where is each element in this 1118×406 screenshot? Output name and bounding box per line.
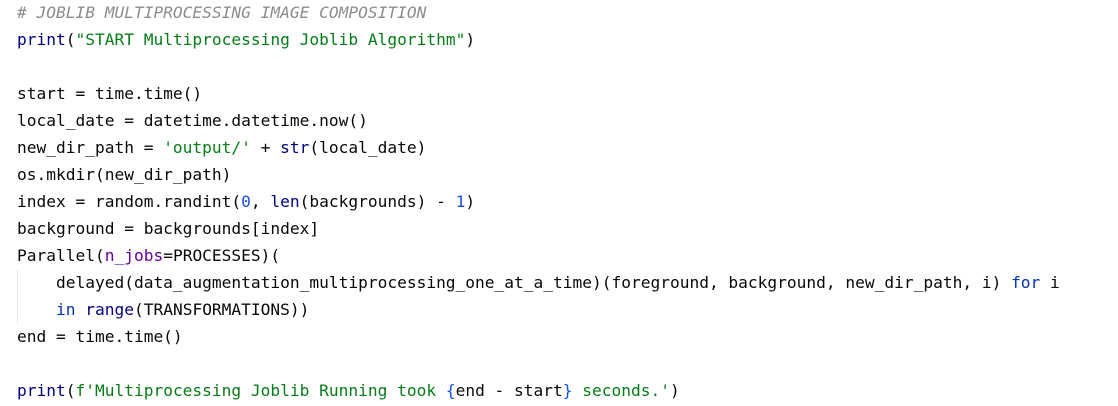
code-token: range	[85, 300, 134, 319]
code-token: len	[270, 192, 300, 211]
code-token: (local_date)	[309, 138, 427, 157]
code-line[interactable]: end = time.time()	[17, 323, 183, 350]
code-token: print	[17, 381, 66, 400]
code-token: print	[17, 30, 66, 49]
code-editor[interactable]: # JOBLIB MULTIPROCESSING IMAGE COMPOSITI…	[0, 0, 1118, 406]
code-token: ,	[250, 192, 271, 211]
code-token: )	[465, 30, 476, 49]
code-token: 0	[241, 192, 251, 211]
code-token: os.mkdir(new_dir_path)	[17, 165, 232, 184]
code-token: start = time.time()	[17, 84, 203, 103]
code-line[interactable]: print(f'Multiprocessing Joblib Running t…	[17, 377, 680, 404]
code-line[interactable]: delayed(data_augmentation_multiprocessin…	[17, 269, 1060, 296]
code-token: )	[465, 192, 476, 211]
code-token: )	[670, 381, 680, 400]
code-token: index = random.randint(	[17, 192, 242, 211]
code-token: delayed(data_augmentation_multiprocessin…	[17, 273, 1012, 292]
code-token: i	[1040, 273, 1060, 292]
code-token: background = backgrounds[index]	[17, 219, 320, 238]
code-token: (backgrounds) -	[299, 192, 456, 211]
code-line[interactable]: new_dir_path = 'output/' + str(local_dat…	[17, 134, 426, 161]
code-line[interactable]: print("START Multiprocessing Joblib Algo…	[17, 26, 475, 53]
code-token: # JOBLIB MULTIPROCESSING IMAGE COMPOSITI…	[17, 3, 427, 22]
code-token: f'Multiprocessing Joblib Running took	[75, 381, 446, 400]
code-token: end - start	[455, 381, 563, 400]
code-token: new_dir_path =	[17, 138, 164, 157]
code-line[interactable]: os.mkdir(new_dir_path)	[17, 161, 231, 188]
code-token: str	[280, 138, 310, 157]
code-token: end = time.time()	[17, 327, 183, 346]
code-token: +	[250, 138, 281, 157]
code-line[interactable]: background = backgrounds[index]	[17, 215, 319, 242]
code-token: (TRANSFORMATIONS))	[133, 300, 310, 319]
code-line[interactable]: # JOBLIB MULTIPROCESSING IMAGE COMPOSITI…	[17, 0, 426, 26]
code-token: for	[1011, 273, 1041, 292]
code-token: {	[445, 381, 456, 400]
code-token: "START Multiprocessing Joblib Algorithm"	[75, 30, 466, 49]
code-token: }	[562, 381, 573, 400]
code-token: 'output/'	[163, 138, 251, 157]
code-line[interactable]: in range(TRANSFORMATIONS))	[17, 296, 309, 323]
code-line[interactable]: Parallel(n_jobs=PROCESSES)(	[17, 242, 280, 269]
code-line[interactable]: start = time.time()	[17, 80, 202, 107]
code-token: n_jobs	[104, 246, 164, 265]
code-token: local_date = datetime.datetime.now()	[17, 111, 368, 130]
code-token: 1	[455, 192, 466, 211]
code-token: =PROCESSES)(	[163, 246, 281, 265]
code-line[interactable]: index = random.randint(0, len(background…	[17, 188, 475, 215]
code-token: Parallel(	[17, 246, 105, 265]
code-line[interactable]: local_date = datetime.datetime.now()	[17, 107, 368, 134]
code-token: seconds.'	[572, 381, 670, 400]
code-token: in	[55, 300, 76, 319]
